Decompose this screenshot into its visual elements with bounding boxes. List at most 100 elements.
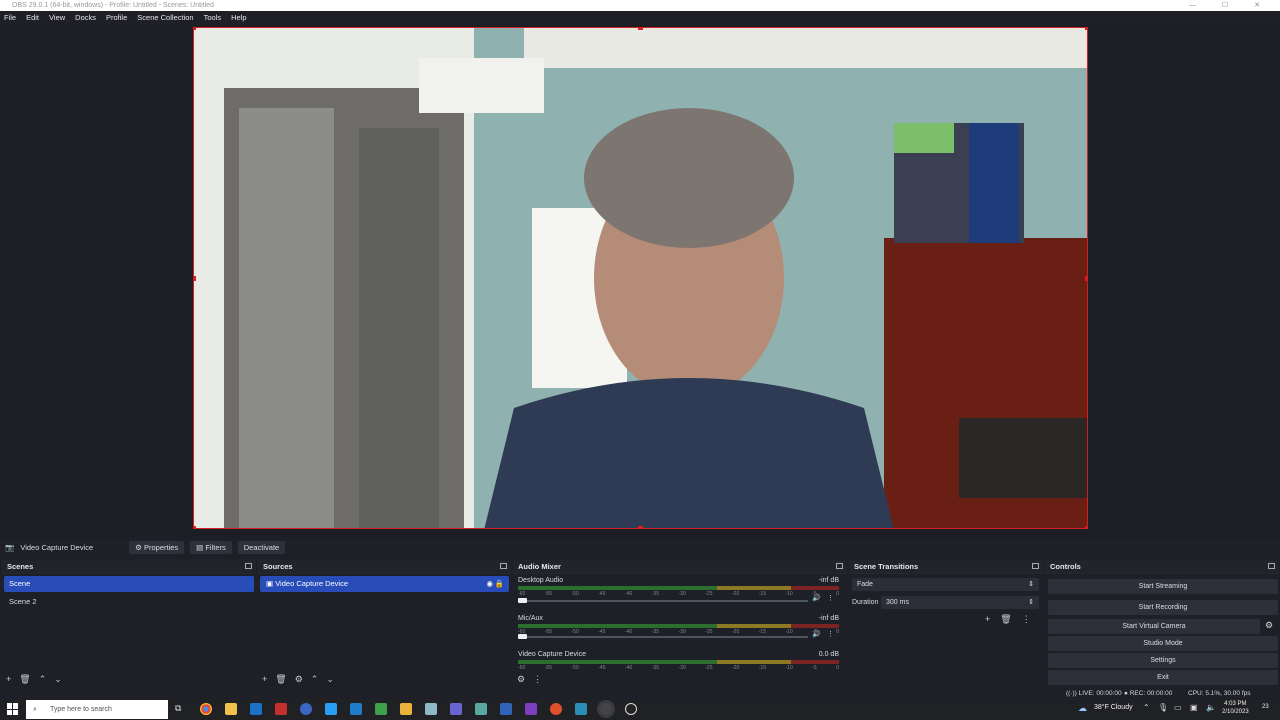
undock-icon[interactable] bbox=[836, 563, 843, 569]
visual-studio-code-icon[interactable] bbox=[350, 703, 362, 715]
start-streaming-button[interactable]: Start Streaming bbox=[1048, 579, 1278, 594]
undock-icon[interactable] bbox=[245, 563, 252, 569]
weather-cloud-icon: ☁ bbox=[1078, 703, 1087, 713]
gear-icon[interactable]: ⚙ bbox=[295, 674, 303, 685]
menu-file[interactable]: File bbox=[4, 11, 16, 25]
visibility-eye-icon[interactable]: ◉ bbox=[486, 576, 493, 592]
volume-meter bbox=[518, 624, 839, 628]
taskbar-search-box[interactable]: ⌕ Type here to search bbox=[26, 700, 168, 719]
microphone-icon: 🎙 bbox=[1158, 703, 1169, 712]
menu-view[interactable]: View bbox=[49, 11, 65, 25]
obs-icon[interactable] bbox=[600, 703, 612, 715]
filters-button[interactable]: ▤ Filters bbox=[190, 541, 232, 554]
obs-icon[interactable] bbox=[625, 703, 637, 715]
channel-name: Mic/Aux bbox=[518, 615, 543, 622]
kebab-menu-icon[interactable]: ⋮ bbox=[827, 630, 834, 638]
duration-value: 300 ms bbox=[886, 599, 909, 606]
app-icon[interactable] bbox=[425, 703, 437, 715]
snipping-tool-icon[interactable] bbox=[275, 703, 287, 715]
settings-button[interactable]: Settings bbox=[1048, 653, 1278, 668]
outlook-icon[interactable] bbox=[250, 703, 262, 715]
virtual-camera-gear-icon[interactable]: ⚙ bbox=[1265, 620, 1273, 631]
studio-mode-button[interactable]: Studio Mode bbox=[1048, 636, 1278, 651]
transition-select[interactable]: Fade ⇕ bbox=[852, 578, 1039, 591]
chevron-updown-icon: ⇕ bbox=[1028, 581, 1034, 588]
undock-icon[interactable] bbox=[1032, 563, 1039, 569]
menu-scene-collection[interactable]: Scene Collection bbox=[137, 11, 193, 25]
volume-slider[interactable] bbox=[518, 600, 808, 602]
channel-name: Desktop Audio bbox=[518, 577, 564, 584]
speaker-icon[interactable]: 🔊 bbox=[812, 594, 821, 602]
app-icon[interactable] bbox=[475, 703, 487, 715]
add-icon[interactable]: + bbox=[985, 614, 990, 625]
add-icon[interactable]: + bbox=[262, 674, 267, 685]
menu-docks[interactable]: Docks bbox=[75, 11, 96, 25]
controls-title: Controls bbox=[1050, 562, 1081, 571]
deactivate-button[interactable]: Deactivate bbox=[237, 541, 286, 554]
audio-mixer-dock: Audio Mixer Desktop Audio -inf dB -60 -55… bbox=[513, 560, 847, 688]
trash-icon[interactable]: 🗑 bbox=[1000, 614, 1011, 625]
lock-icon[interactable]: 🔒 bbox=[495, 576, 504, 592]
volume-icon[interactable]: 🔈 bbox=[1206, 703, 1216, 712]
properties-button[interactable]: ⚙ Properties bbox=[129, 541, 185, 554]
advanced-audio-gear-icon[interactable]: ⚙ bbox=[517, 674, 525, 685]
menu-tools[interactable]: Tools bbox=[204, 11, 222, 25]
notepad-icon[interactable] bbox=[375, 703, 387, 715]
volume-slider-knob[interactable] bbox=[518, 634, 527, 639]
transition-tools: + 🗑 ⋮ bbox=[985, 614, 1031, 625]
app-icon[interactable] bbox=[575, 703, 587, 715]
tray-chevron-icon[interactable]: ⌃ bbox=[1143, 703, 1150, 712]
task-view-icon[interactable]: ⧉ bbox=[175, 703, 181, 714]
windows-start-icon[interactable] bbox=[7, 703, 19, 715]
move-down-icon[interactable]: ⌄ bbox=[326, 674, 334, 685]
kebab-menu-icon[interactable]: ⋮ bbox=[827, 594, 834, 602]
app-icon[interactable] bbox=[500, 703, 512, 715]
undock-icon[interactable] bbox=[1268, 563, 1275, 569]
weather-text[interactable]: 38°F Cloudy bbox=[1094, 704, 1133, 711]
volume-slider-knob[interactable] bbox=[518, 598, 527, 603]
move-up-icon[interactable]: ⌃ bbox=[311, 674, 319, 685]
app-icon[interactable] bbox=[550, 703, 562, 715]
visual-studio-icon[interactable] bbox=[525, 703, 537, 715]
notification-badge[interactable]: 23 bbox=[1262, 704, 1269, 710]
start-virtual-camera-button[interactable]: Start Virtual Camera bbox=[1048, 619, 1260, 634]
channel-name: Video Capture Device bbox=[518, 651, 586, 658]
speaker-icon[interactable]: 🔊 bbox=[812, 630, 821, 638]
scene-item[interactable]: Scene 2 bbox=[4, 594, 254, 610]
channel-level: -inf dB bbox=[818, 577, 839, 584]
app-icon[interactable] bbox=[450, 703, 462, 715]
live-status: ((·)) LIVE: 00:00:00 bbox=[1066, 690, 1122, 697]
kebab-menu-icon[interactable]: ⋮ bbox=[1022, 614, 1031, 625]
trash-icon[interactable]: 🗑 bbox=[275, 674, 286, 685]
kebab-menu-icon[interactable]: ⋮ bbox=[533, 674, 542, 685]
menu-help[interactable]: Help bbox=[231, 11, 246, 25]
clock[interactable]: 4:03 PM 2/10/2023 bbox=[1222, 700, 1249, 716]
app-icon[interactable] bbox=[300, 703, 312, 715]
undock-icon[interactable] bbox=[500, 563, 507, 569]
chrome-icon[interactable] bbox=[200, 703, 212, 715]
exit-button[interactable]: Exit bbox=[1048, 670, 1278, 685]
file-explorer-icon[interactable] bbox=[225, 703, 237, 715]
scene-item[interactable]: Scene bbox=[4, 576, 254, 592]
add-icon[interactable]: + bbox=[6, 674, 11, 685]
scene-transitions-dock: Scene Transitions Fade ⇕ Duration 300 ms… bbox=[849, 560, 1043, 688]
trash-icon[interactable]: 🗑 bbox=[19, 674, 30, 685]
move-down-icon[interactable]: ⌄ bbox=[54, 674, 62, 685]
volume-slider[interactable] bbox=[518, 636, 808, 638]
source-item-label: Video Capture Device bbox=[275, 579, 349, 588]
menu-edit[interactable]: Edit bbox=[26, 11, 39, 25]
app-icon[interactable] bbox=[325, 703, 337, 715]
battery-icon[interactable]: ▭ bbox=[1174, 703, 1182, 712]
start-recording-button[interactable]: Start Recording bbox=[1048, 600, 1278, 615]
source-item[interactable]: ▣ Video Capture Device ◉ 🔒 bbox=[260, 576, 509, 592]
duration-spinbox[interactable]: 300 ms ⇕ bbox=[881, 596, 1039, 609]
spinner-icon[interactable]: ⇕ bbox=[1028, 596, 1034, 609]
window-controls[interactable]: — ☐ ✕ bbox=[1189, 0, 1272, 11]
network-icon[interactable]: ▣ bbox=[1190, 703, 1198, 712]
video-preview[interactable] bbox=[193, 27, 1088, 529]
app-icon[interactable] bbox=[400, 703, 412, 715]
clock-time: 4:03 PM bbox=[1224, 701, 1247, 707]
menu-profile[interactable]: Profile bbox=[106, 11, 127, 25]
move-up-icon[interactable]: ⌃ bbox=[39, 674, 47, 685]
source-toolbar: 📷 Video Capture Device ⚙ Properties ▤ Fi… bbox=[0, 538, 1280, 557]
